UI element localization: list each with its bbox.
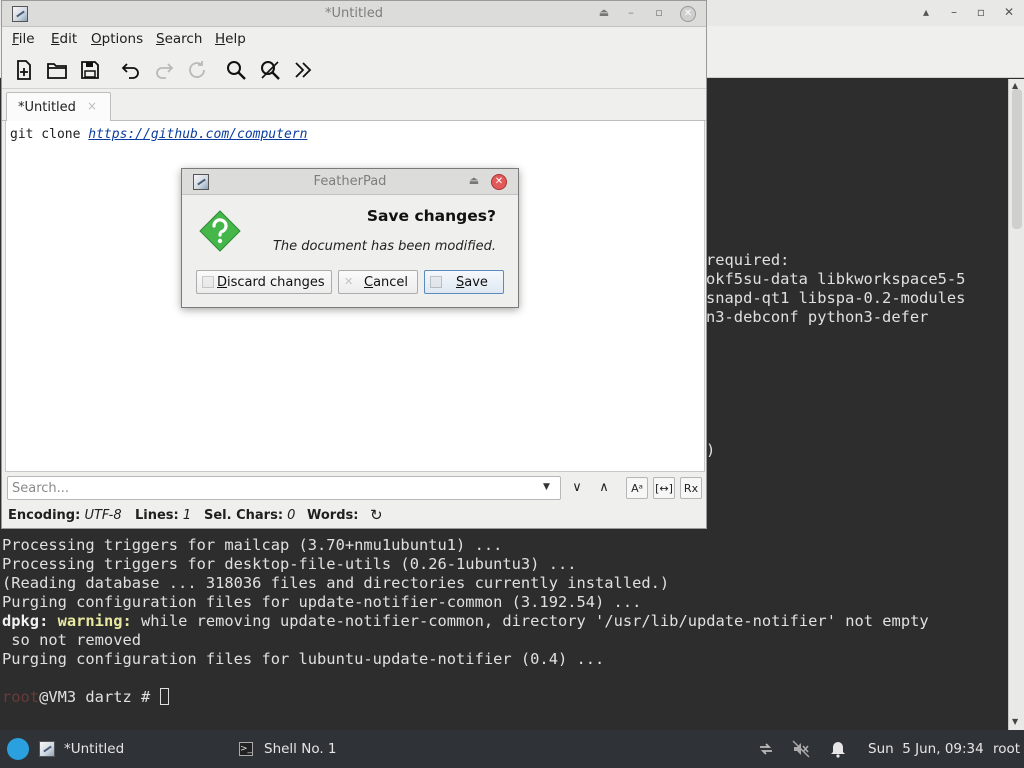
save-icon[interactable] bbox=[78, 58, 102, 82]
dialog-message: The document has been modified. bbox=[272, 239, 496, 254]
status-bar: Encoding: UTF-8 Lines: 1 Sel. Chars: 0 W… bbox=[2, 504, 706, 528]
start-menu-icon[interactable] bbox=[7, 738, 29, 760]
cancel-icon: ✕ bbox=[344, 275, 354, 288]
task-featherpad[interactable]: *Untitled bbox=[64, 741, 124, 757]
reload-icon bbox=[185, 58, 209, 82]
lines-status: Lines: 1 bbox=[135, 508, 192, 523]
question-icon bbox=[199, 210, 241, 252]
menu-options[interactable]: Options bbox=[91, 31, 143, 47]
cancel-button[interactable]: ✕ Cancel bbox=[338, 270, 418, 294]
close-icon[interactable]: ✕ bbox=[680, 6, 696, 22]
featherpad-task-icon bbox=[39, 741, 55, 757]
words-status: Words: bbox=[307, 508, 359, 523]
search-input[interactable] bbox=[7, 476, 561, 500]
tab-bar: *Untitled × bbox=[2, 90, 706, 122]
terminal-line: so not removed bbox=[2, 631, 141, 649]
find-previous-icon[interactable]: ∧ bbox=[593, 477, 615, 499]
tab-label: *Untitled bbox=[18, 100, 76, 115]
refresh-icon[interactable]: ↻ bbox=[370, 506, 383, 524]
find-next-icon[interactable]: ∨ bbox=[566, 477, 588, 499]
user-label[interactable]: root bbox=[993, 741, 1020, 757]
terminal-minimize-button[interactable]: – bbox=[946, 4, 962, 20]
undo-icon[interactable] bbox=[119, 58, 143, 82]
terminal-scrollbar[interactable]: ▲ ▼ bbox=[1008, 79, 1024, 730]
save-icon bbox=[430, 276, 442, 288]
more-icon[interactable] bbox=[291, 58, 315, 82]
save-changes-dialog: FeatherPad ⏏ ✕ Save changes? The documen… bbox=[181, 168, 519, 308]
dialog-close-icon[interactable]: ✕ bbox=[491, 174, 507, 190]
terminal-line: Purging configuration files for lubuntu-… bbox=[2, 650, 605, 668]
scroll-down-icon[interactable]: ▼ bbox=[1012, 717, 1018, 726]
terminal-task-icon: >_ bbox=[239, 742, 253, 756]
shade-icon[interactable]: ⏏ bbox=[467, 174, 481, 188]
scrollbar-thumb[interactable] bbox=[1012, 89, 1022, 229]
dialog-heading: Save changes? bbox=[366, 207, 496, 225]
dialog-titlebar: FeatherPad ⏏ ✕ bbox=[182, 169, 518, 195]
sel-chars-status: Sel. Chars: 0 bbox=[204, 508, 296, 523]
terminal-line: Processing triggers for mailcap (3.70+nm… bbox=[2, 536, 503, 554]
whole-word-icon[interactable]: [↔] bbox=[653, 477, 675, 499]
toolbar bbox=[2, 51, 706, 89]
notifications-bell-icon[interactable] bbox=[829, 740, 847, 758]
encoding-status: Encoding: UTF-8 bbox=[8, 508, 122, 523]
terminal-close-icon[interactable]: ✕ bbox=[1001, 4, 1017, 20]
editor-text-line: git clone https://github.com/computern bbox=[10, 127, 308, 142]
shade-icon[interactable]: ⏏ bbox=[597, 6, 611, 20]
menu-search[interactable]: Search bbox=[156, 31, 202, 47]
match-case-icon[interactable]: Aᵃ bbox=[626, 477, 648, 499]
terminal-line: (Reading database ... 318036 files and d… bbox=[2, 574, 670, 592]
task-shell[interactable]: Shell No. 1 bbox=[264, 741, 337, 757]
discard-changes-button[interactable]: Discard changes bbox=[196, 270, 332, 294]
tab-close-icon[interactable]: × bbox=[87, 99, 97, 113]
terminal-minimize-icon[interactable]: ▴ bbox=[918, 4, 934, 20]
find-icon[interactable] bbox=[224, 58, 248, 82]
search-history-dropdown-icon[interactable]: ▼ bbox=[543, 482, 550, 492]
featherpad-titlebar: *Untitled ⏏ – ▫ ✕ bbox=[2, 1, 706, 27]
terminal-line: n3-debconf python3-defer bbox=[706, 308, 929, 326]
terminal-maximize-button[interactable]: ▫ bbox=[973, 4, 989, 20]
save-button[interactable]: Save bbox=[424, 270, 504, 294]
terminal-line: required: bbox=[706, 251, 790, 269]
regex-icon[interactable]: Rx bbox=[680, 477, 702, 499]
menu-edit[interactable]: Edit bbox=[51, 31, 77, 47]
open-folder-icon[interactable] bbox=[45, 58, 69, 82]
terminal-warning-line: dpkg: warning: while removing update-not… bbox=[2, 612, 929, 630]
menubar: File Edit Options Search Help bbox=[2, 28, 706, 50]
volume-muted-icon[interactable] bbox=[792, 740, 810, 758]
terminal-line: okf5su-data libkworkspace5-5 bbox=[706, 270, 966, 288]
terminal-cursor bbox=[159, 688, 169, 705]
discard-icon bbox=[202, 276, 214, 288]
menu-file[interactable]: File bbox=[12, 31, 35, 47]
redo-icon bbox=[152, 58, 176, 82]
menu-help[interactable]: Help bbox=[215, 31, 246, 47]
taskbar: *Untitled >_ Shell No. 1 Sun 5 Jun, 09:3… bbox=[0, 730, 1024, 768]
terminal-line: ) bbox=[706, 441, 716, 459]
search-bar: ▼ ∨ ∧ Aᵃ [↔] Rx bbox=[2, 474, 706, 504]
editor-link[interactable]: https://github.com/computern bbox=[88, 127, 307, 142]
maximize-button[interactable]: ▫ bbox=[652, 6, 666, 20]
tab-untitled[interactable]: *Untitled × bbox=[6, 92, 111, 122]
terminal-prompt: root@VM3 dartz # bbox=[2, 688, 169, 707]
terminal-line: snapd-qt1 libspa-0.2-modules bbox=[706, 289, 966, 307]
clock[interactable]: Sun 5 Jun, 09:34 bbox=[868, 741, 984, 757]
minimize-button[interactable]: – bbox=[624, 6, 638, 20]
network-icon[interactable] bbox=[757, 740, 775, 758]
terminal-line: Processing triggers for desktop-file-uti… bbox=[2, 555, 577, 573]
new-file-icon[interactable] bbox=[12, 58, 36, 82]
replace-icon[interactable] bbox=[258, 58, 282, 82]
terminal-line: Purging configuration files for update-n… bbox=[2, 593, 642, 611]
